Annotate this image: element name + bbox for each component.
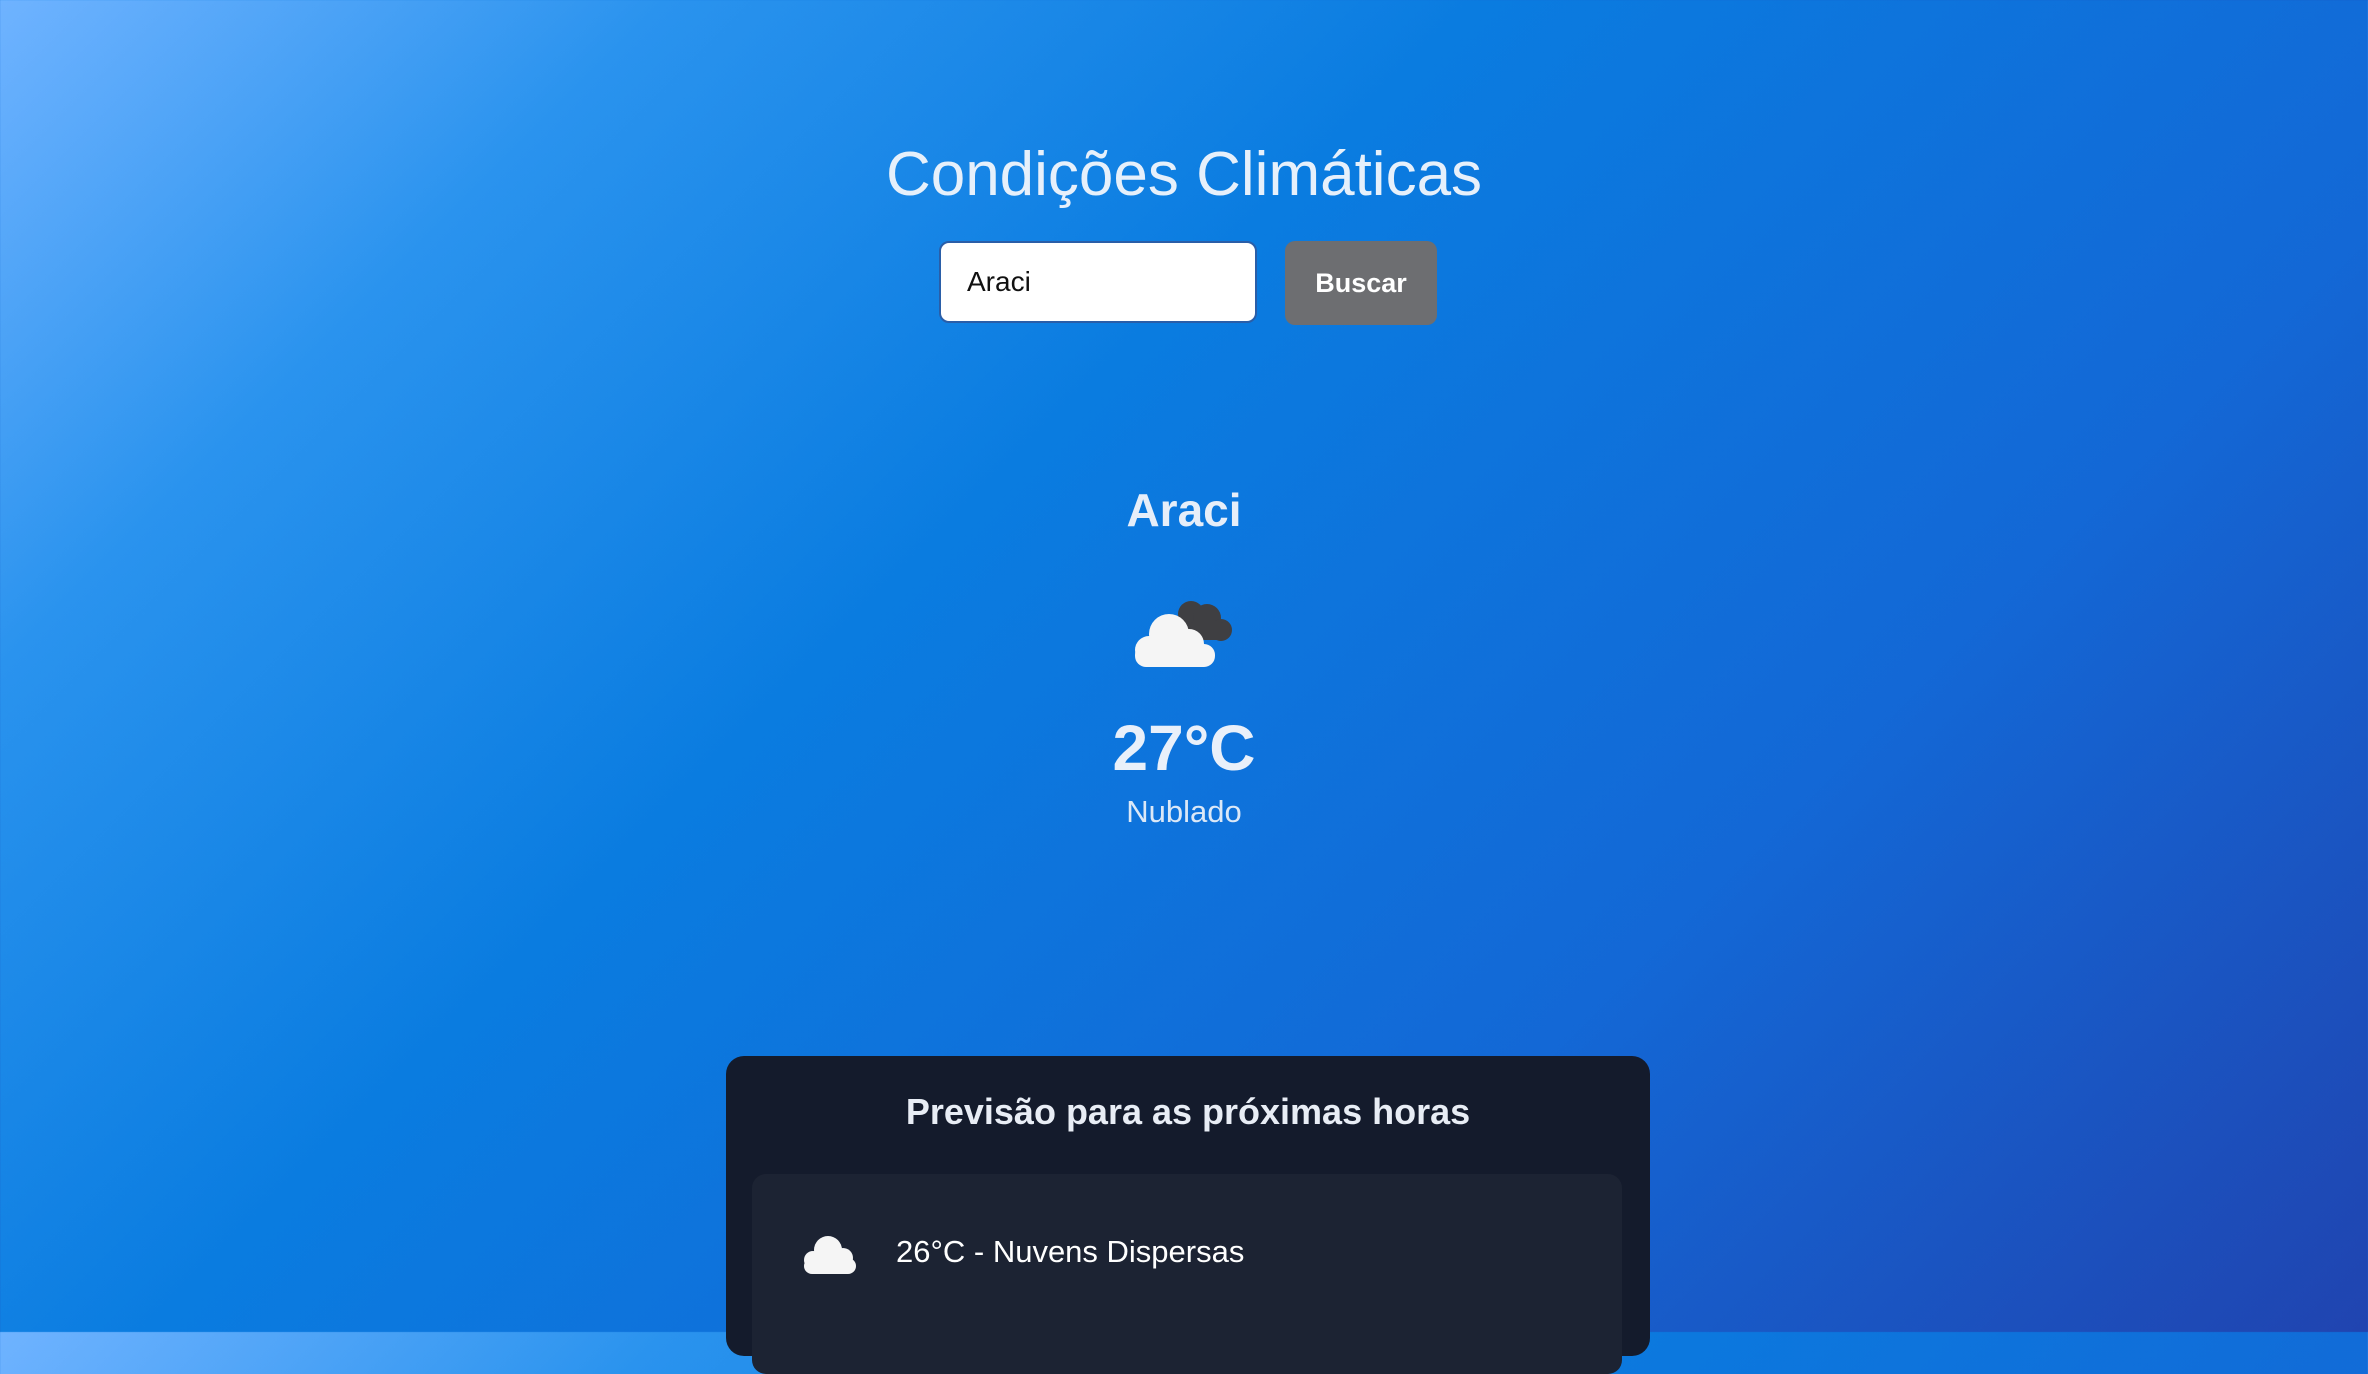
search-bar: Buscar bbox=[939, 241, 1437, 325]
cloud-icon bbox=[804, 1236, 856, 1274]
weather-description: Nublado bbox=[1126, 794, 1242, 829]
page-title: Condições Climáticas bbox=[885, 139, 1483, 209]
broken-clouds-icon bbox=[1135, 601, 1232, 667]
forecast-panel: Previsão para as próximas horas 26°C - N… bbox=[726, 1056, 1650, 1374]
city-search-input[interactable] bbox=[939, 241, 1257, 323]
forecast-title: Previsão para as próximas horas bbox=[905, 1091, 1471, 1132]
city-name: Araci bbox=[1126, 484, 1242, 536]
current-weather: Araci 27°C Nublado bbox=[0, 482, 2368, 832]
forecast-item: 26°C - Nuvens Dispersas bbox=[752, 1174, 1622, 1374]
search-button[interactable]: Buscar bbox=[1285, 241, 1437, 325]
current-temperature: 27°C bbox=[1112, 712, 1256, 784]
forecast-item-text: 26°C - Nuvens Dispersas bbox=[896, 1234, 1245, 1269]
